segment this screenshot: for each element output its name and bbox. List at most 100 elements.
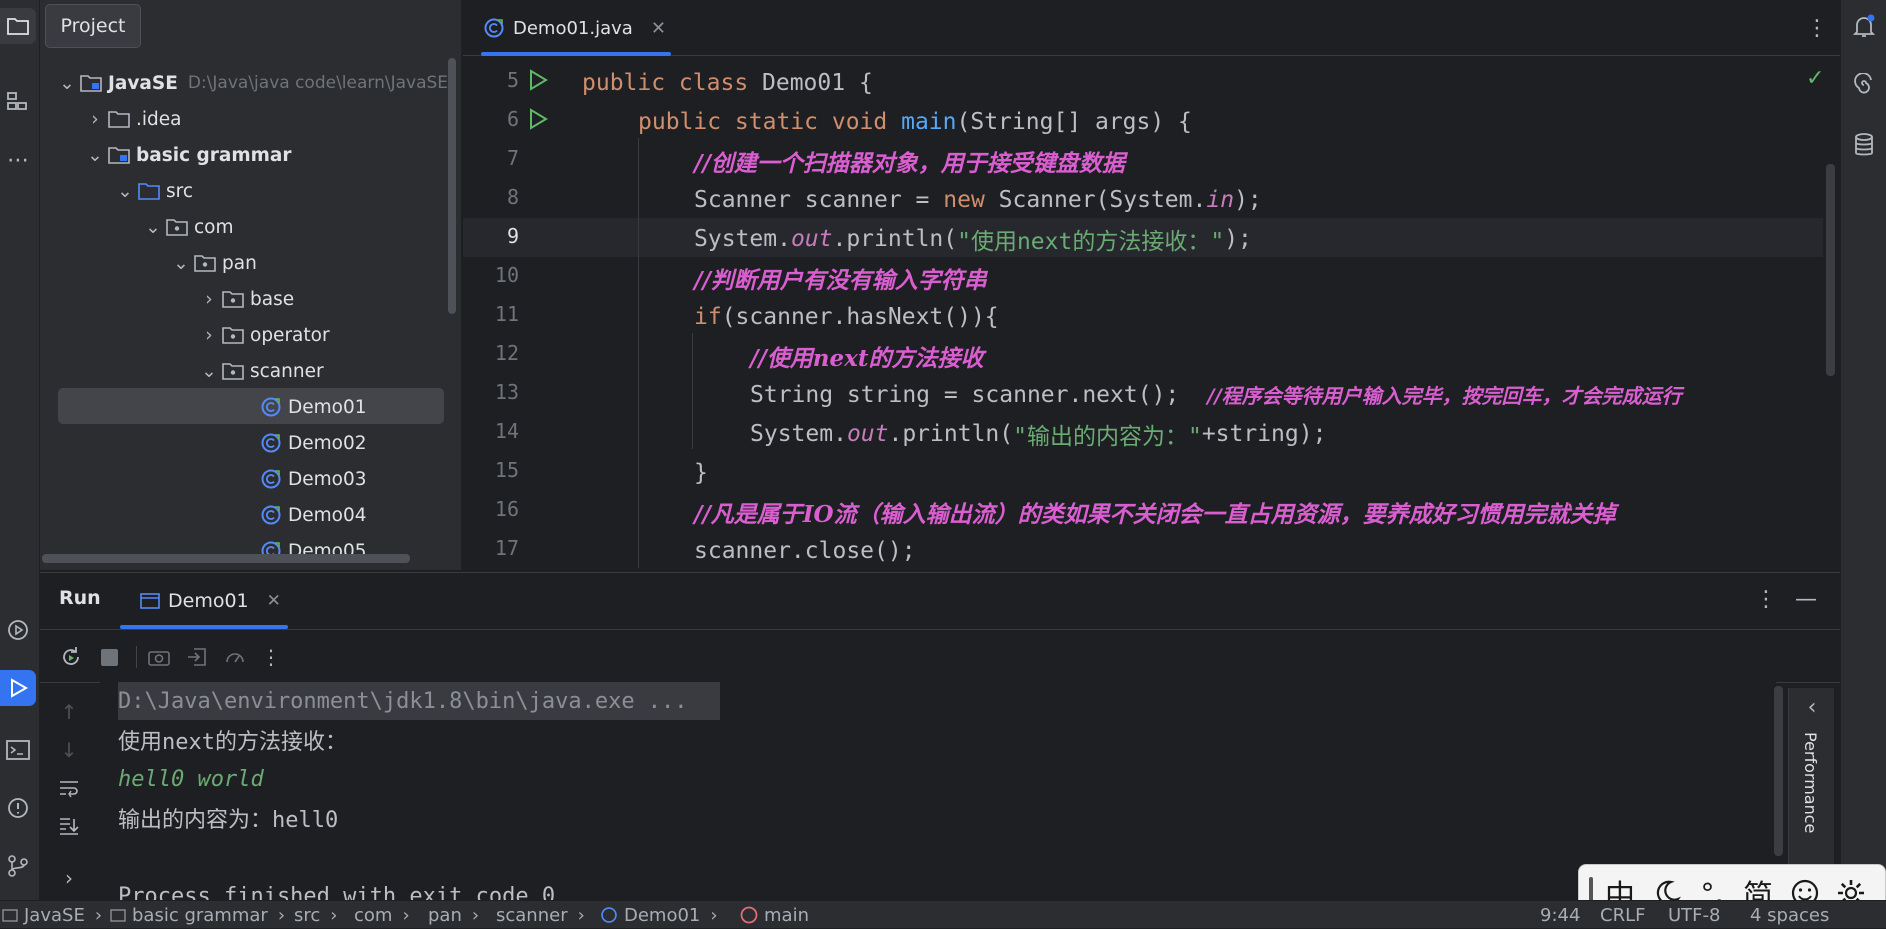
structure-tool-button[interactable] <box>0 84 36 120</box>
tree-item-label: .idea <box>136 108 182 130</box>
rerun-icon[interactable] <box>56 642 86 672</box>
breadcrumb-demo01[interactable]: Demo01 › <box>600 901 728 929</box>
database-tool-button[interactable] <box>1849 130 1879 160</box>
more-options-icon[interactable]: ⋮ <box>1752 585 1780 613</box>
terminal-tool-button[interactable] <box>0 732 36 768</box>
profiler-icon[interactable] <box>220 642 250 672</box>
breadcrumb-src[interactable]: src › <box>294 901 347 929</box>
terminal-icon <box>6 740 30 760</box>
chevron-right-icon[interactable]: › <box>198 289 220 310</box>
soft-wrap-icon[interactable] <box>54 773 84 803</box>
tree-item-demo02[interactable]: Demo02 <box>258 425 367 461</box>
tree-item-demo05[interactable]: Demo05 <box>258 533 367 569</box>
breadcrumb-label: main <box>764 904 809 926</box>
tree-item-label: com <box>194 216 234 238</box>
more-options-icon[interactable]: ⋮ <box>256 642 286 672</box>
chevron-down-icon[interactable]: ⌄ <box>84 145 106 166</box>
up-arrow-icon[interactable]: ↑ <box>54 697 84 727</box>
tree-selection-highlight <box>58 388 444 424</box>
editor-tab-demo01-java[interactable]: Demo01.java ✕ <box>483 0 666 56</box>
more-tools-icon[interactable]: ⋯ <box>0 142 36 178</box>
chevron-down-icon[interactable]: ⌄ <box>56 73 78 94</box>
problems-tool-button[interactable] <box>0 790 36 826</box>
breadcrumb-label: JavaSE <box>24 904 85 926</box>
services-tool-button[interactable] <box>0 612 36 648</box>
breadcrumb-pan[interactable]: pan › <box>428 901 489 929</box>
cursor-position[interactable]: 9:44 <box>1540 901 1580 929</box>
git-tool-button[interactable] <box>0 848 36 884</box>
tree-item-src[interactable]: ⌄ src <box>114 173 193 209</box>
breadcrumb-label: src <box>294 904 321 926</box>
chevron-down-icon[interactable]: ⌄ <box>142 217 164 238</box>
tree-item-operator[interactable]: › operator <box>198 317 329 353</box>
no-problems-check-icon[interactable]: ✓ <box>1806 66 1824 91</box>
tree-item-pan[interactable]: ⌄ pan <box>170 245 257 281</box>
run-tab-demo01[interactable]: Demo01 ✕ <box>140 573 281 629</box>
chevron-down-icon[interactable]: ⌄ <box>198 361 220 382</box>
editor-vertical-scrollbar[interactable] <box>1826 164 1835 376</box>
tree-item-demo01[interactable]: Demo01 <box>258 389 367 425</box>
java-class-icon <box>483 17 505 39</box>
chevron-down-icon[interactable]: ⌄ <box>114 181 136 202</box>
line-number: 7 <box>506 146 519 170</box>
run-tool-button[interactable] <box>0 670 36 706</box>
breadcrumb-scanner[interactable]: scanner › <box>496 901 595 929</box>
ai-assistant-tool-button[interactable] <box>1849 70 1879 100</box>
exit-icon[interactable] <box>182 642 212 672</box>
tree-horizontal-scrollbar[interactable] <box>42 554 410 563</box>
tree-item-javase[interactable]: ⌄ JavaSE D:\Java\java code\learn\JavaSE <box>56 65 448 101</box>
line-number: 16 <box>494 497 519 521</box>
minimize-icon[interactable]: — <box>1792 585 1820 613</box>
notifications-tool-button[interactable] <box>1849 12 1879 42</box>
code-line-8: Scanner scanner = new Scanner(System. in)… <box>694 186 1262 213</box>
package-icon <box>192 252 218 274</box>
more-options-icon[interactable]: ⋮ <box>1803 14 1831 42</box>
tree-item-demo04[interactable]: Demo04 <box>258 497 367 533</box>
chevron-right-icon: › <box>710 904 718 926</box>
tree-item-basic-grammar[interactable]: ⌄ basic grammar <box>84 137 291 173</box>
console-scrollbar[interactable] <box>1774 686 1783 856</box>
code-line-14: System. out .println("输出的内容为：" +string); <box>750 420 1327 450</box>
breadcrumb-main[interactable]: main <box>740 901 809 929</box>
indent-setting[interactable]: 4 spaces <box>1750 901 1829 929</box>
breadcrumb-basic-grammar[interactable]: basic grammar › <box>110 901 295 929</box>
chevron-right-icon[interactable]: › <box>54 863 84 893</box>
chevron-right-icon[interactable]: › <box>198 325 220 346</box>
breadcrumb-label: basic grammar <box>132 904 268 926</box>
code-line-7: //创建一个扫描器对象，用于接受键盘数据 <box>694 149 1125 177</box>
performance-tab-label[interactable]: Performance <box>1801 732 1820 833</box>
run-main-gutter-icon[interactable] <box>527 108 549 130</box>
left-tool-strip: ⋯ <box>0 0 40 900</box>
chevron-down-icon[interactable]: ⌄ <box>170 253 192 274</box>
tree-item-demo03[interactable]: Demo03 <box>258 461 367 497</box>
chevron-right-icon: › <box>577 904 585 926</box>
chevron-right-icon[interactable]: › <box>84 109 106 130</box>
tab-label: Demo01.java <box>513 17 633 39</box>
tree-vertical-scrollbar[interactable] <box>448 58 456 314</box>
down-arrow-icon[interactable]: ↓ <box>54 735 84 765</box>
console-output[interactable]: D:\Java\environment\jdk1.8\bin\java.exe … <box>100 682 1783 909</box>
breadcrumb-com[interactable]: com › <box>354 901 420 929</box>
line-number: 14 <box>494 419 519 443</box>
method-icon <box>740 906 758 924</box>
run-panel-title: Run <box>59 587 101 609</box>
module-icon <box>2 909 18 922</box>
file-encoding[interactable]: UTF-8 <box>1668 901 1720 929</box>
camera-icon[interactable] <box>144 642 174 672</box>
scroll-to-end-icon[interactable] <box>54 811 84 841</box>
tree-item-base[interactable]: › base <box>198 281 294 317</box>
run-tab-label: Demo01 <box>168 590 249 612</box>
breadcrumb-javase[interactable]: JavaSE › <box>2 901 112 929</box>
tree-item-com[interactable]: ⌄ com <box>142 209 234 245</box>
project-tool-button[interactable] <box>0 8 36 44</box>
bell-icon <box>1852 14 1876 37</box>
run-class-gutter-icon[interactable] <box>527 69 549 91</box>
chevron-left-icon[interactable]: ‹ <box>1797 692 1827 722</box>
line-separator[interactable]: CRLF <box>1600 901 1645 929</box>
tree-item-label: pan <box>222 252 257 274</box>
stop-icon[interactable] <box>94 642 124 672</box>
close-icon[interactable]: ✕ <box>651 18 666 39</box>
tree-item-scanner[interactable]: ⌄ scanner <box>198 353 323 389</box>
tree-item-idea[interactable]: › .idea <box>84 101 181 137</box>
close-icon[interactable]: ✕ <box>267 591 281 611</box>
